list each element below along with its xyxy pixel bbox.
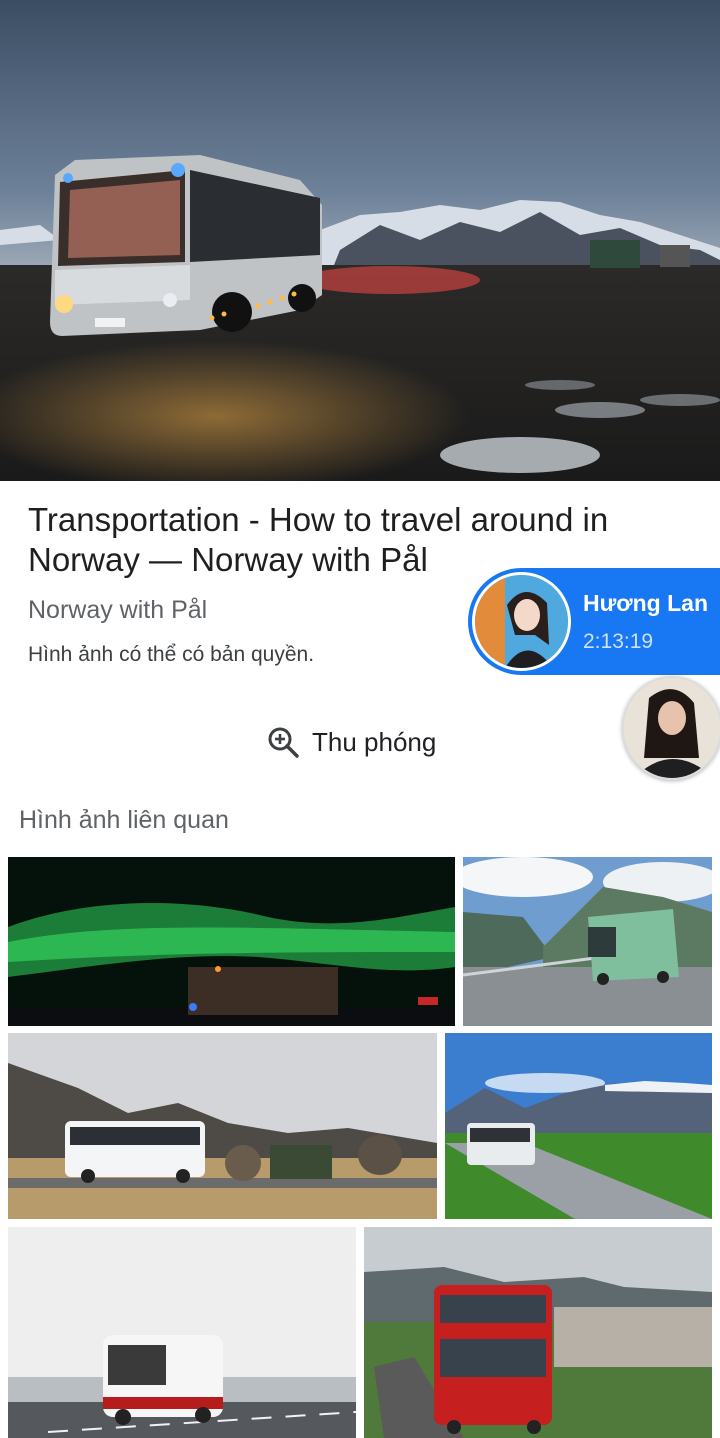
- zoom-button[interactable]: Thu phóng: [266, 722, 436, 762]
- chat-head-time: 2:13:19: [583, 630, 654, 653]
- zoom-label: Thu phóng: [312, 726, 437, 757]
- chat-head-avatar[interactable]: [472, 572, 571, 671]
- related-image-aurora[interactable]: [8, 857, 455, 1026]
- related-image-red-doubledecker[interactable]: [364, 1227, 712, 1438]
- related-image-fjord-bus[interactable]: [463, 857, 712, 1026]
- copyright-notice: Hình ảnh có thể có bản quyền.: [28, 643, 315, 666]
- main-image[interactable]: [0, 0, 720, 481]
- chat-head-name: Hương Lan: [583, 590, 708, 616]
- source-name[interactable]: Norway with Pål: [28, 596, 207, 625]
- related-heading: Hình ảnh liên quan: [19, 806, 229, 834]
- related-image-coast-road[interactable]: [445, 1033, 712, 1219]
- chat-head-secondary-avatar[interactable]: [622, 676, 720, 780]
- related-image-mountain-bus[interactable]: [8, 1033, 437, 1219]
- related-image-snow-bus[interactable]: [8, 1227, 356, 1438]
- zoom-in-icon: [266, 725, 300, 759]
